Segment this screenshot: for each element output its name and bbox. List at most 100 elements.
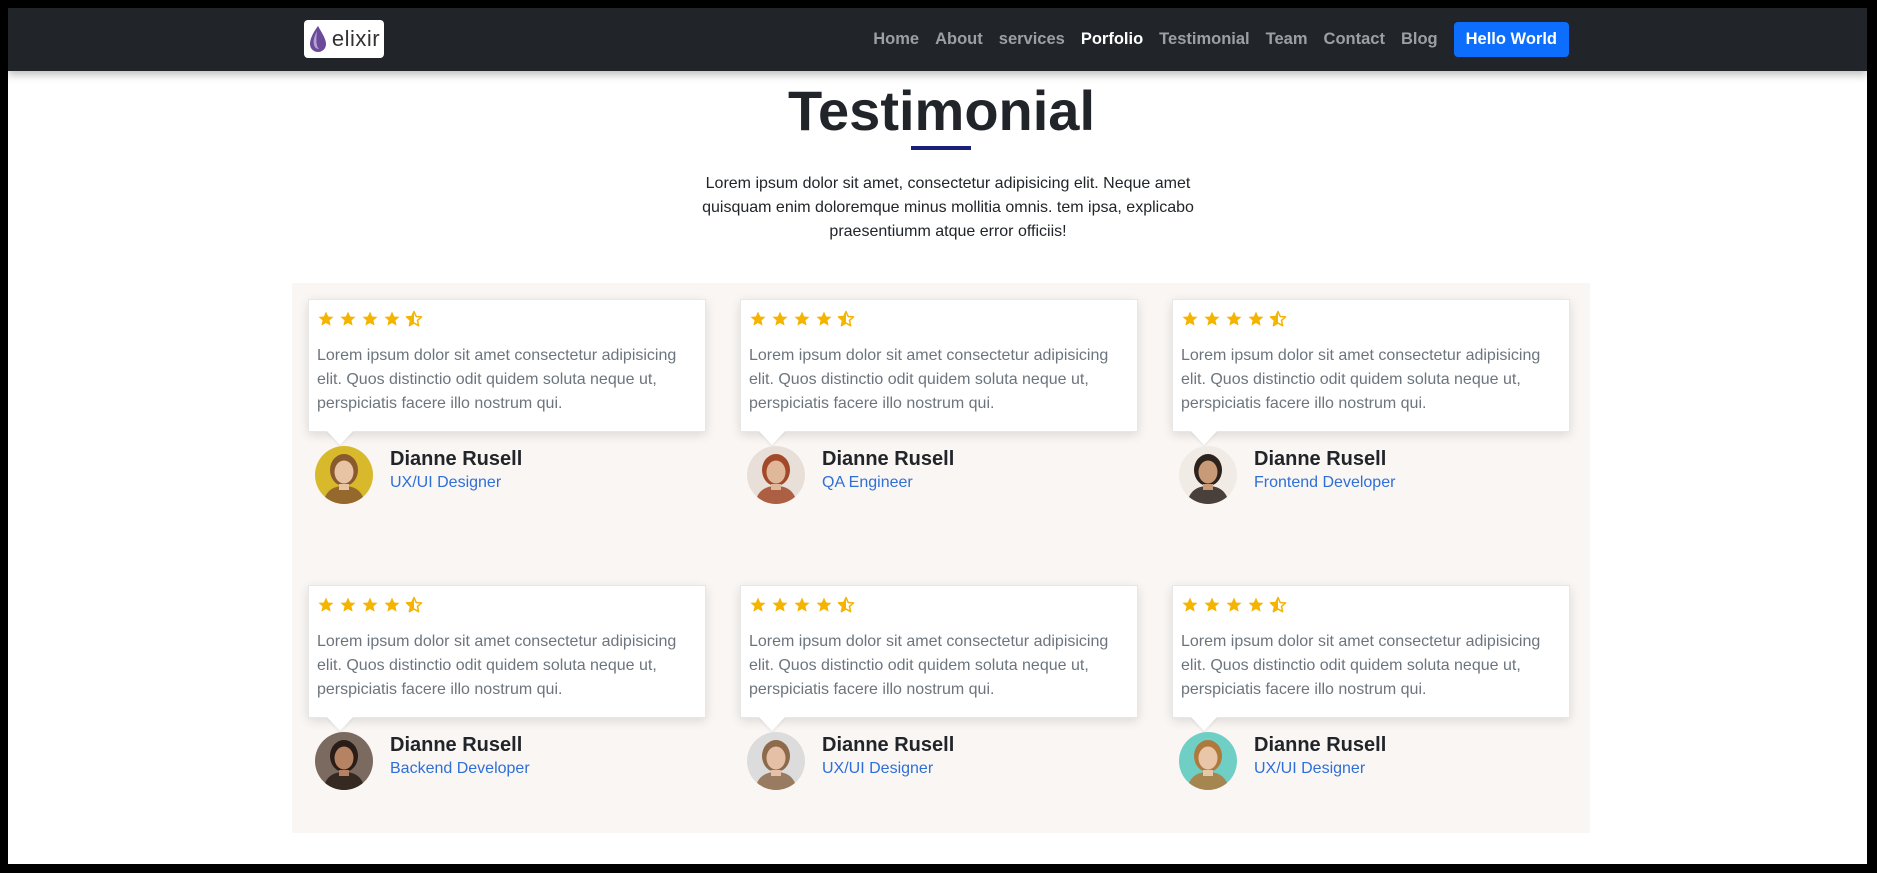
section-title: Testimonial: [787, 79, 1095, 142]
author-name: Dianne Rusell: [390, 734, 523, 756]
nav-item-team[interactable]: Team: [1266, 30, 1308, 49]
star-rating: [317, 308, 697, 330]
avatar: [315, 732, 373, 790]
star-half-icon: [837, 310, 855, 327]
testimonial-card: Lorem ipsum dolor sit amet consectetur a…: [1172, 585, 1570, 792]
star-icon: [1204, 597, 1220, 612]
star-half-icon: [837, 596, 855, 613]
star-half-icon: [405, 310, 423, 327]
author-role[interactable]: Frontend Developer: [1254, 474, 1395, 492]
testimonial-text: Lorem ipsum dolor sit amet consectetur a…: [749, 347, 1109, 412]
author-name: Dianne Rusell: [1254, 448, 1387, 470]
testimonial-bubble: Lorem ipsum dolor sit amet consectetur a…: [740, 585, 1138, 718]
star-icon: [318, 597, 334, 612]
testimonial-author: Dianne Rusell Frontend Developer: [1172, 446, 1570, 506]
testimonial-text: Lorem ipsum dolor sit amet consectetur a…: [749, 633, 1109, 698]
star-icon: [1248, 597, 1264, 612]
nav-item-services[interactable]: services: [999, 30, 1065, 49]
star-icon: [794, 311, 810, 326]
avatar-photo: [315, 446, 373, 504]
avatar-photo: [315, 732, 373, 790]
star-icon: [362, 311, 378, 326]
nav-item-about[interactable]: About: [935, 30, 983, 49]
avatar-photo: [1179, 446, 1237, 504]
avatar: [315, 446, 373, 504]
testimonial-bubble: Lorem ipsum dolor sit amet consectetur a…: [1172, 299, 1570, 432]
testimonial-card: Lorem ipsum dolor sit amet consectetur a…: [740, 299, 1138, 506]
star-icon: [772, 311, 788, 326]
star-icon: [362, 597, 378, 612]
testimonial-author: Dianne Rusell UX/UI Designer: [740, 732, 1138, 792]
testimonial-author: Dianne Rusell QA Engineer: [740, 446, 1138, 506]
testimonial-card: Lorem ipsum dolor sit amet consectetur a…: [308, 585, 706, 792]
star-icon: [384, 597, 400, 612]
nav-item-testimonial[interactable]: Testimonial: [1159, 30, 1249, 49]
star-half-icon: [405, 596, 423, 613]
avatar: [1179, 732, 1237, 790]
star-icon: [1226, 311, 1242, 326]
testimonial-card: Lorem ipsum dolor sit amet consectetur a…: [740, 585, 1138, 792]
star-rating: [749, 308, 1129, 330]
author-role[interactable]: QA Engineer: [822, 474, 913, 492]
nav-item-contact[interactable]: Contact: [1324, 30, 1385, 49]
elixir-drop-icon: [309, 26, 326, 52]
author-role[interactable]: UX/UI Designer: [822, 760, 933, 778]
testimonial-text: Lorem ipsum dolor sit amet consectetur a…: [317, 347, 677, 412]
title-underline: [911, 146, 971, 150]
star-icon: [1182, 311, 1198, 326]
nav-links: Home About services Porfolio Testimonial…: [857, 8, 1569, 71]
section-description: Lorem ipsum dolor sit amet, consectetur …: [702, 175, 1194, 240]
testimonial-text: Lorem ipsum dolor sit amet consectetur a…: [1181, 633, 1541, 698]
star-half-icon: [1269, 310, 1287, 327]
testimonial-card: Lorem ipsum dolor sit amet consectetur a…: [1172, 299, 1570, 506]
star-icon: [794, 597, 810, 612]
author-role[interactable]: UX/UI Designer: [1254, 760, 1365, 778]
star-icon: [1182, 597, 1198, 612]
star-icon: [1226, 597, 1242, 612]
testimonial-author: Dianne Rusell UX/UI Designer: [308, 446, 706, 506]
nav-item-portfolio[interactable]: Porfolio: [1081, 30, 1143, 49]
star-icon: [1248, 311, 1264, 326]
nav-item-blog[interactable]: Blog: [1401, 30, 1438, 49]
avatar: [1179, 446, 1237, 504]
star-half-icon: [1269, 596, 1287, 613]
testimonial-bubble: Lorem ipsum dolor sit amet consectetur a…: [740, 299, 1138, 432]
star-icon: [816, 597, 832, 612]
logo-text: elixir: [331, 26, 381, 51]
star-icon: [750, 311, 766, 326]
navbar: elixir Home About services Porfolio Test…: [8, 8, 1867, 71]
testimonial-author: Dianne Rusell Backend Developer: [308, 732, 706, 792]
page-frame: elixir Home About services Porfolio Test…: [8, 8, 1867, 864]
star-icon: [750, 597, 766, 612]
star-icon: [318, 311, 334, 326]
avatar: [747, 732, 805, 790]
avatar: [747, 446, 805, 504]
author-role[interactable]: Backend Developer: [390, 760, 530, 778]
star-icon: [772, 597, 788, 612]
testimonial-author: Dianne Rusell UX/UI Designer: [1172, 732, 1570, 792]
star-rating: [749, 594, 1129, 616]
star-icon: [384, 311, 400, 326]
testimonial-text: Lorem ipsum dolor sit amet consectetur a…: [1181, 347, 1541, 412]
star-rating: [1181, 308, 1561, 330]
star-rating: [1181, 594, 1561, 616]
nav-item-home[interactable]: Home: [873, 30, 919, 49]
author-name: Dianne Rusell: [390, 448, 523, 470]
author-name: Dianne Rusell: [822, 448, 955, 470]
author-role[interactable]: UX/UI Designer: [390, 474, 501, 492]
author-name: Dianne Rusell: [822, 734, 955, 756]
testimonial-bubble: Lorem ipsum dolor sit amet consectetur a…: [1172, 585, 1570, 718]
star-icon: [340, 311, 356, 326]
star-rating: [317, 594, 697, 616]
star-icon: [1204, 311, 1220, 326]
testimonial-bubble: Lorem ipsum dolor sit amet consectetur a…: [308, 585, 706, 718]
star-icon: [816, 311, 832, 326]
hello-world-button[interactable]: Hello World: [1453, 22, 1569, 57]
logo[interactable]: elixir: [304, 20, 384, 58]
testimonial-card: Lorem ipsum dolor sit amet consectetur a…: [308, 299, 706, 506]
avatar-photo: [1179, 732, 1237, 790]
author-name: Dianne Rusell: [1254, 734, 1387, 756]
star-icon: [340, 597, 356, 612]
avatar-photo: [747, 732, 805, 790]
testimonial-bubble: Lorem ipsum dolor sit amet consectetur a…: [308, 299, 706, 432]
